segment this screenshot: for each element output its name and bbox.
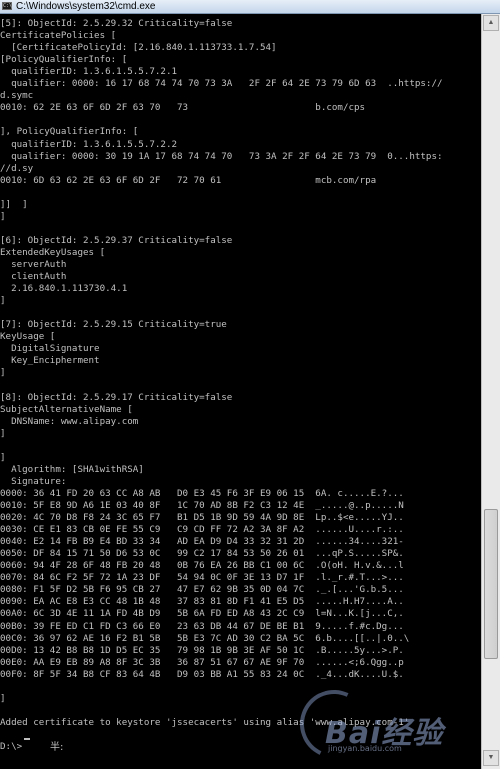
console-line: 0070: 84 6C F2 5F 72 1A 23 DF 54 94 0C 0… (0, 572, 404, 584)
console-line: ] (0, 692, 6, 704)
console-line: ]] ] (0, 198, 28, 210)
console-line: D:\> (0, 741, 23, 752)
console-line: qualifierID: 1.3.6.1.5.5.7.2.1 (0, 66, 178, 78)
console-line: ] (0, 367, 6, 379)
console-line: 0060: 94 4F 28 6F 48 FB 20 48 0B 76 EA 2… (0, 560, 404, 572)
scroll-up-arrow-icon[interactable]: ▲ (483, 15, 499, 31)
console-line: 0050: DF 84 15 71 50 D6 53 0C 99 C2 17 8… (0, 548, 404, 560)
console-line: 00C0: 36 97 62 AE 16 F2 B1 5B 5B E3 7C A… (0, 632, 410, 644)
console-line: DNSName: www.alipay.com (0, 415, 139, 427)
console-line: 0080: F1 5F D2 5B F6 95 CB 27 47 E7 62 9… (0, 584, 404, 596)
console-line: Algorithm: [SHA1withRSA] (0, 463, 144, 475)
text-cursor (24, 738, 30, 740)
console-line: [PolicyQualifierInfo: [ (0, 54, 128, 66)
console-line: 0030: CE E1 83 CB 0E FE 55 C9 C9 CD FF 7… (0, 524, 404, 536)
console-line: clientAuth (0, 271, 67, 283)
console-line: qualifier: 0000: 16 17 68 74 74 70 73 3A… (0, 78, 443, 90)
console-line: DigitalSignature (0, 343, 100, 355)
console-line: 00A0: 6C 3D 4E 11 1A FD 4B D9 5B 6A FD E… (0, 608, 404, 620)
console-line: CertificatePolicies [ (0, 30, 117, 42)
console-line: Key_Encipherment (0, 355, 100, 367)
vertical-scrollbar[interactable]: ▲ ▼ (481, 14, 500, 769)
scrollbar-thumb[interactable] (484, 509, 498, 659)
scroll-down-arrow-icon[interactable]: ▼ (483, 750, 499, 766)
console-line: KeyUsage [ (0, 331, 56, 343)
console-line: ] (0, 210, 6, 222)
console-line: 00F0: 8F 5F 34 B8 CF 83 64 4B D9 03 BB A… (0, 668, 404, 680)
console-line: 00D0: 13 42 B8 B8 1D D5 EC 35 79 98 1B 9… (0, 644, 404, 656)
console-line: ], PolicyQualifierInfo: [ (0, 126, 139, 138)
console-line: ] (0, 295, 6, 307)
console-line: [6]: ObjectId: 2.5.29.37 Criticality=fal… (0, 234, 233, 246)
console-line: 0020: 4C 70 D8 F8 24 3C 65 F7 B1 D5 1B 9… (0, 512, 404, 524)
console-line: Added certificate to keystore 'jssecacer… (0, 716, 410, 728)
console-line: ] (0, 451, 6, 463)
console-line: [CertificatePolicyId: [2.16.840.1.113733… (0, 42, 277, 54)
console-line: ExtendedKeyUsages [ (0, 246, 106, 258)
console-line: 0000: 36 41 FD 20 63 CC A8 AB D0 E3 45 F… (0, 487, 404, 499)
console-line: 0010: 62 2E 63 6F 6D 2F 63 70 73 b.com/c… (0, 102, 366, 114)
ime-indicator: 半: (50, 742, 64, 753)
console-line: serverAuth (0, 259, 67, 270)
console-line: 0010: 5F E8 9D A6 1E 03 40 8F 1C 70 AD 8… (0, 500, 404, 511)
console-line: [7]: ObjectId: 2.5.29.15 Criticality=tru… (0, 319, 227, 331)
console-output[interactable]: [5]: ObjectId: 2.5.29.32 Criticality=fal… (0, 14, 481, 769)
console-line: 0090: EA AC E8 E3 CC 48 1B 48 37 83 81 8… (0, 596, 404, 608)
console-line: ] (0, 427, 6, 439)
cmd-window-icon[interactable]: C:\ (2, 2, 12, 10)
console-line: [5]: ObjectId: 2.5.29.32 Criticality=fal… (0, 18, 233, 29)
console-line: 0040: E2 14 FB B9 E4 BD 33 34 AD EA D9 D… (0, 536, 404, 548)
console-line: d.symc (0, 90, 34, 102)
console-line: qualifier: 0000: 30 19 1A 17 68 74 74 70… (0, 150, 443, 162)
console-line: Signature: (0, 475, 67, 487)
window-title: C:\Windows\system32\cmd.exe (16, 1, 156, 12)
console-line: 0010: 6D 63 62 2E 63 6F 6D 2F 72 70 61 m… (0, 174, 377, 186)
console-line: [8]: ObjectId: 2.5.29.17 Criticality=fal… (0, 391, 233, 403)
console-line: 2.16.840.1.113730.4.1 (0, 283, 128, 295)
console-line: qualifierID: 1.3.6.1.5.5.7.2.2 (0, 138, 178, 150)
console-line: 00B0: 39 FE ED C1 FD C3 66 E0 23 63 DB 4… (0, 620, 404, 632)
console-line: //d.sy (0, 162, 34, 174)
console-line: 00E0: AA E9 EB 89 A8 8F 3C 3B 36 87 51 6… (0, 656, 404, 668)
console-line: SubjectAlternativeName [ (0, 403, 133, 415)
title-bar: C:\ C:\Windows\system32\cmd.exe (0, 0, 500, 14)
